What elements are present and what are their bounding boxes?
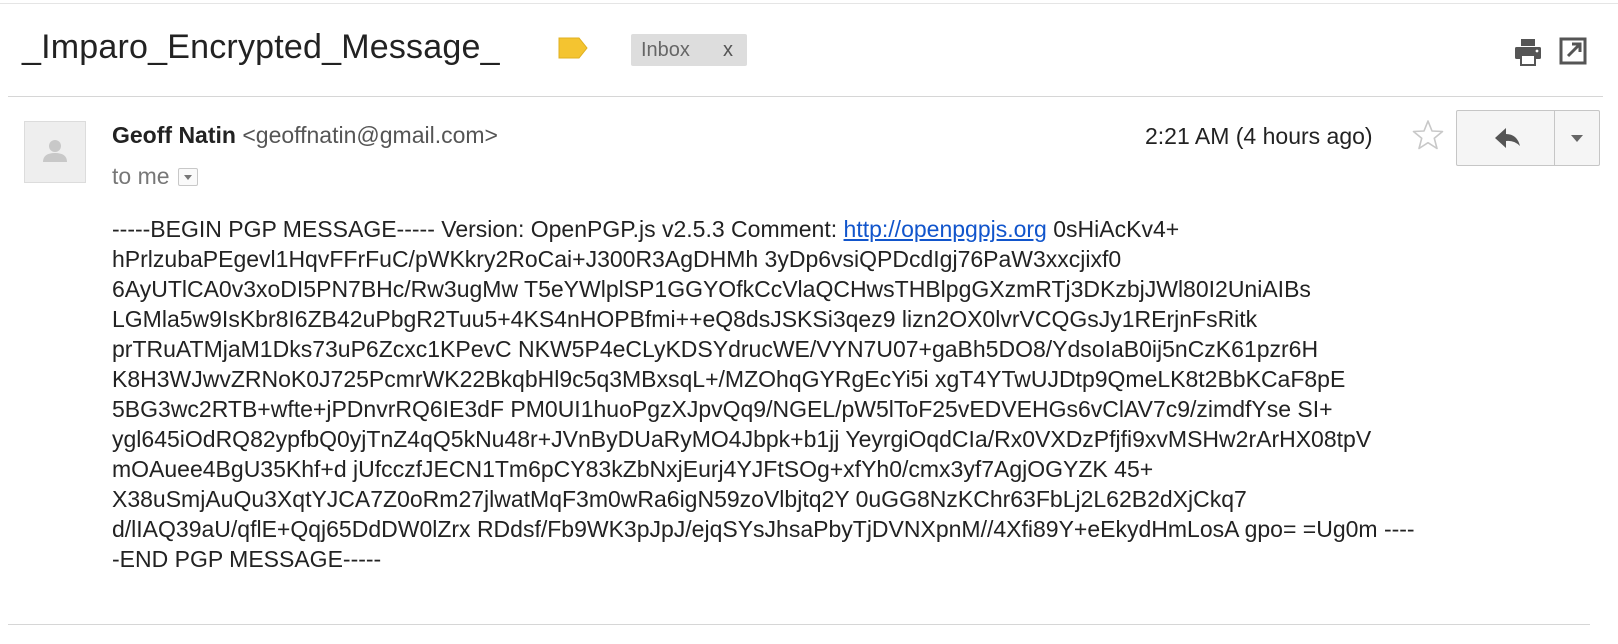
print-icon[interactable] [1512,36,1544,68]
header-divider [8,96,1603,97]
star-icon[interactable] [1411,118,1445,152]
message-timestamp: 2:21 AM (4 hours ago) [1145,123,1373,149]
message-body-line: -END PGP MESSAGE----- [112,546,382,572]
person-icon [43,140,67,162]
show-details-dropdown[interactable] [177,168,198,186]
openpgpjs-link[interactable]: http://openpgpjs.org [844,216,1047,242]
reply-button[interactable] [1457,111,1555,165]
sender-line: Geoff Natin <geoffnatin@gmail.com> [112,122,498,149]
sender-email: <geoffnatin@gmail.com> [242,122,498,148]
message-body-line: X38uSmjAuQu3XqtYJCA7Z0oRm27jlwatMqF3m0wR… [112,486,1247,512]
open-in-new-window-icon[interactable] [1558,36,1588,66]
label-chip-inbox: Inbox x [631,34,747,66]
message-body-line: LGMla5w9IsKbr8I6ZB42uPbgR2Tuu5+4KS4nHOPB… [112,306,1258,332]
message-body-line: d/lIAQ39aU/qflE+Qqj65DdDW0lZrx RDdsf/Fb9… [112,516,1415,542]
avatar[interactable] [24,121,86,183]
message-body-line: 6AyUTlCA0v3xoDI5PN7BHc/Rw3ugMw T5eYWlplS… [112,276,1311,302]
message-body-line: prTRuATMjaM1Dks73uP6Zcxc1KPevC NKW5P4eCL… [112,336,1319,362]
message-body-line: 0sHiAcKv4+ [1046,216,1180,242]
message-body-line: mOAuee4BgU35Khf+d jUfcczfJECN1Tm6pCY83kZ… [112,456,1154,482]
message-body-start: -----BEGIN PGP MESSAGE----- Version: Ope… [112,216,844,242]
remove-label-button[interactable]: x [723,39,733,62]
message-body-line: K8H3WJwvZRNoK0J725PcmrWK22BkqbHl9c5q3MBx… [112,366,1346,392]
reply-button-group [1456,110,1600,166]
message-body-line: 5BG3wc2RTB+wfte+jPDnvrRQ6IE3dF PM0UI1huo… [112,396,1333,422]
message-body-line: hPrlzubaPEgevl1HqvFFrFuC/pWKkry2RoCai+J3… [112,246,1122,272]
message-body-line: ygl645iOdRQ82ypfbQ0yjTnZ4qQ5kNu48r+JVnBy… [112,426,1372,452]
sender-name[interactable]: Geoff Natin [112,122,236,148]
thread-subject: _Imparo_Encrypted_Message_ [22,28,500,66]
reply-icon [1495,128,1520,148]
label-chip-text: Inbox [641,39,690,61]
recipient-text: to me [112,163,170,189]
thread-header: _Imparo_Encrypted_Message_ Inbox x [0,20,1618,80]
message-body: -----BEGIN PGP MESSAGE----- Version: Ope… [112,214,1572,574]
recipient-line: to me [112,163,198,190]
top-divider [0,3,1618,4]
label-tag-icon[interactable] [557,36,589,60]
message-divider [8,624,1590,625]
more-options-button[interactable] [1555,111,1599,165]
